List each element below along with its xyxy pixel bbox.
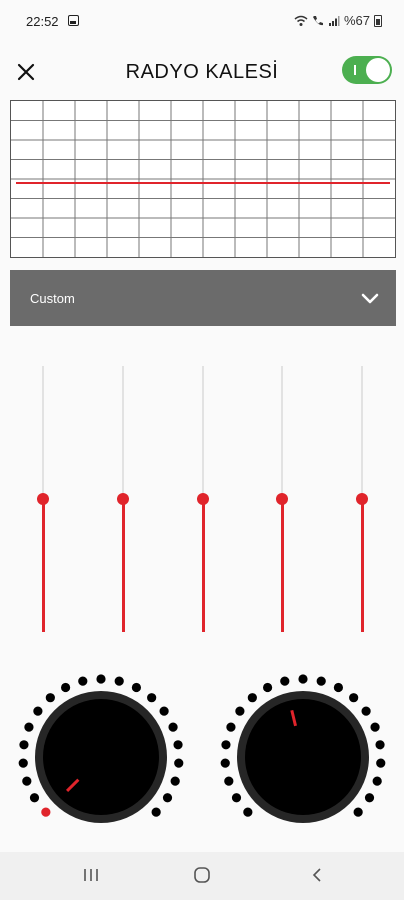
knob-level-dot — [24, 722, 34, 732]
battery-icon — [374, 14, 382, 27]
knob-level-dot — [22, 776, 32, 786]
signal-icon — [328, 15, 340, 26]
knob-level-dot — [162, 793, 173, 803]
knob-level-dot — [60, 682, 71, 693]
slider-thumb[interactable] — [197, 493, 209, 505]
eq-grid — [11, 101, 395, 257]
knob-level-dot — [333, 682, 344, 693]
slider-thumb[interactable] — [356, 493, 368, 505]
knob-graphic — [18, 674, 184, 823]
recent-apps-icon[interactable] — [82, 866, 100, 889]
wifi-icon — [294, 15, 308, 26]
knob-level-dot — [168, 722, 178, 732]
preset-dropdown[interactable]: Custom — [10, 270, 396, 326]
knob-level-dot — [78, 676, 88, 686]
knob-level-dot — [221, 740, 231, 750]
knob-level-dot — [262, 682, 273, 693]
knob-level-dot — [372, 776, 382, 786]
band-slider-3[interactable] — [193, 366, 213, 632]
knob-level-dot — [174, 758, 184, 768]
knob-level-dot — [243, 807, 253, 817]
knob-body — [43, 699, 159, 815]
status-time: 22:52 — [26, 14, 59, 29]
knob-level-dot — [18, 758, 28, 768]
app-bar: RADYO KALESİ — [0, 44, 404, 100]
slider-fill — [42, 499, 45, 632]
slider-thumb[interactable] — [276, 493, 288, 505]
knob-level-dot — [376, 758, 386, 768]
virtualizer-knob[interactable] — [216, 670, 390, 844]
knob-level-dot — [298, 674, 308, 684]
knob-level-dot — [131, 682, 142, 693]
knob-level-dot — [151, 807, 161, 817]
knob-level-dot — [361, 706, 371, 716]
gallery-icon — [68, 15, 79, 26]
slider-fill — [202, 499, 205, 632]
knob-level-dot — [96, 674, 106, 684]
knob-level-dot — [19, 740, 29, 750]
knob-level-dot — [235, 706, 245, 716]
knob-level-dot — [29, 793, 40, 803]
knob-level-dot — [280, 676, 290, 686]
slider-fill — [122, 499, 125, 632]
toggle-knob — [366, 58, 390, 82]
eq-response-graph — [10, 100, 396, 258]
knob-body — [245, 699, 361, 815]
slider-thumb[interactable] — [37, 493, 49, 505]
knob-level-dot — [147, 693, 157, 703]
wifi-calling-icon — [312, 15, 323, 25]
knob-level-dot — [349, 693, 359, 703]
knob-graphic — [220, 674, 386, 823]
status-bar: 22:52 %67 — [0, 0, 404, 44]
knob-level-dot — [170, 776, 180, 786]
knob-level-dot — [173, 740, 183, 750]
knob-level-dot — [114, 676, 124, 686]
knob-level-dot — [375, 740, 385, 750]
back-icon[interactable] — [308, 866, 326, 889]
knob-level-dot — [316, 676, 326, 686]
knob-level-dot — [226, 722, 236, 732]
status-icons: %67 — [294, 13, 382, 28]
band-slider-2[interactable] — [113, 366, 133, 632]
power-toggle[interactable] — [342, 56, 392, 84]
toggle-on-mark — [354, 65, 356, 75]
preset-selected-label: Custom — [30, 291, 75, 306]
knob-level-dot — [33, 706, 43, 716]
knob-level-dot — [247, 693, 257, 703]
system-nav-bar — [0, 852, 404, 900]
home-icon[interactable] — [193, 866, 211, 889]
battery-percent: %67 — [343, 13, 370, 28]
knob-level-dot — [353, 807, 363, 817]
band-slider-1[interactable] — [33, 366, 53, 632]
slider-thumb[interactable] — [117, 493, 129, 505]
slider-fill — [361, 499, 364, 632]
bass-boost-knob[interactable] — [14, 670, 188, 844]
slider-fill — [281, 499, 284, 632]
knob-level-dot — [224, 776, 234, 786]
knob-level-dot — [220, 758, 230, 768]
band-slider-4[interactable] — [272, 366, 292, 632]
band-sliders — [0, 366, 404, 632]
knob-level-dot — [41, 807, 51, 817]
knob-level-dot — [364, 793, 375, 803]
knob-level-dot — [231, 793, 242, 803]
chevron-down-icon — [361, 293, 379, 304]
knob-level-dot — [159, 706, 169, 716]
knob-level-dot — [370, 722, 380, 732]
knob-level-dot — [45, 693, 55, 703]
band-slider-5[interactable] — [352, 366, 372, 632]
